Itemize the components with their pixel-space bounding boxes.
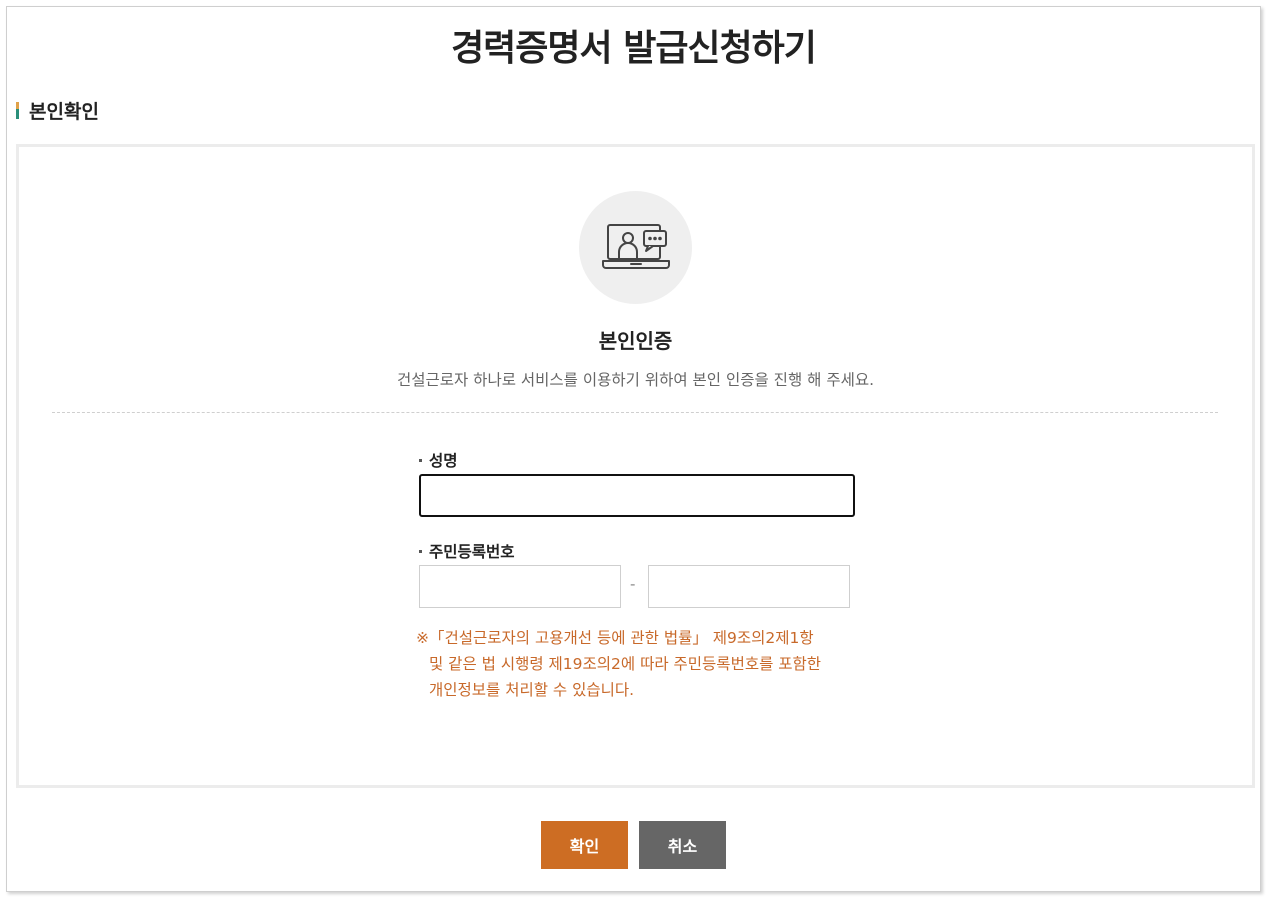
auth-title: 본인인증 bbox=[598, 329, 673, 353]
auth-description: 건설근로자 하나로 서비스를 이용하기 위하여 본인 인증을 진행 해 주세요. bbox=[396, 371, 875, 389]
rrn-back-input[interactable] bbox=[648, 565, 850, 608]
rrn-front-input[interactable] bbox=[419, 565, 621, 608]
laptop-video-chat-icon bbox=[579, 191, 692, 304]
identity-verification-panel: 본인인증 건설근로자 하나로 서비스를 이용하기 위하여 본인 인증을 진행 해… bbox=[16, 144, 1255, 788]
notice-line-1: ※「건설근로자의 고용개선 등에 관한 법률」 제9조의2제1항 bbox=[416, 629, 814, 647]
cancel-button[interactable]: 취소 bbox=[639, 821, 726, 869]
name-label: 성명 bbox=[419, 449, 458, 471]
window-frame: 경력증명서 발급신청하기 본인확인 본인인증 건설근로자 하나로 서비스를 이용… bbox=[6, 6, 1261, 892]
divider bbox=[52, 412, 1218, 413]
name-input[interactable] bbox=[419, 474, 855, 517]
bullet-icon bbox=[419, 549, 422, 553]
rrn-label: 주민등록번호 bbox=[419, 540, 515, 562]
bullet-icon bbox=[419, 458, 422, 462]
section-title: 본인확인 bbox=[29, 100, 99, 123]
section-header: 본인확인 bbox=[16, 99, 99, 123]
notice-line-2: 및 같은 법 시행령 제19조의2에 따라 주민등록번호를 포함한 bbox=[429, 655, 822, 673]
notice-line-3: 개인정보를 처리할 수 있습니다. bbox=[429, 681, 635, 699]
confirm-button[interactable]: 확인 bbox=[541, 821, 628, 869]
page-title: 경력증명서 발급신청하기 bbox=[451, 28, 817, 69]
privacy-notice: ※「건설근로자의 고용개선 등에 관한 법률」 제9조의2제1항 및 같은 법 … bbox=[416, 625, 856, 703]
rrn-label-text: 주민등록번호 bbox=[429, 543, 515, 561]
section-marker bbox=[16, 101, 19, 119]
rrn-separator: - bbox=[630, 575, 636, 593]
name-label-text: 성명 bbox=[429, 452, 458, 470]
